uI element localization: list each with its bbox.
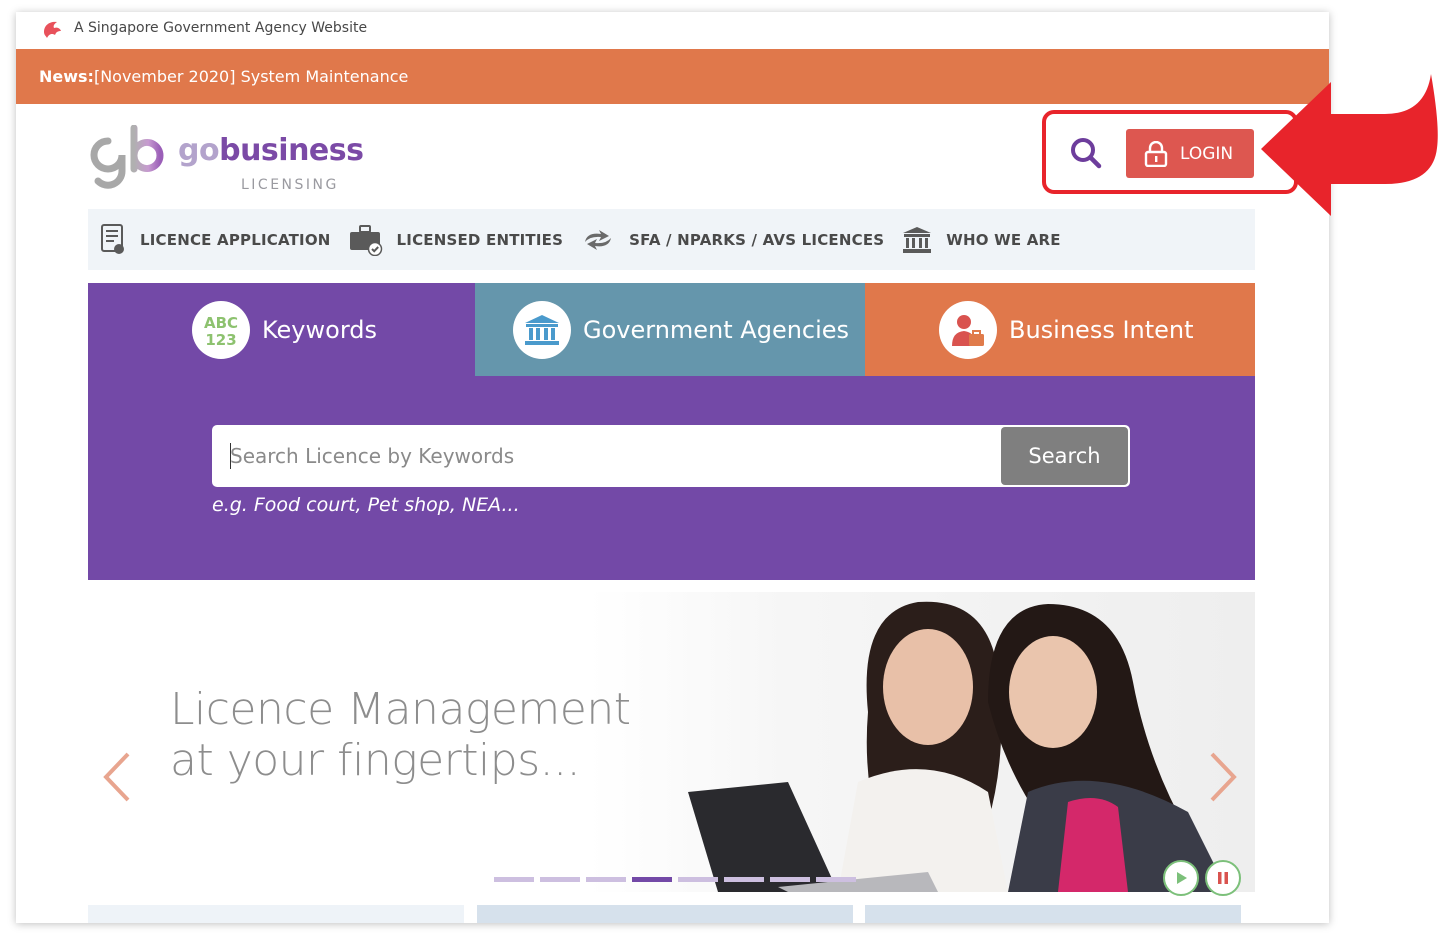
hero-carousel: Licence Management at your fingertips... — [88, 580, 1255, 923]
logo-licensing: LICENSING — [241, 177, 339, 193]
pause-icon — [1218, 872, 1228, 884]
carousel-dot[interactable] — [494, 877, 534, 882]
certificate-icon — [101, 223, 124, 254]
hero-people-illustration — [588, 592, 1255, 892]
carousel-indicators — [494, 877, 862, 882]
search-panel: Search e.g. Food court, Pet shop, NEA... — [88, 376, 1255, 580]
nav-who-we-are[interactable]: WHO WE ARE — [902, 226, 1061, 254]
gov-masthead: A Singapore Government Agency Website — [16, 12, 1329, 49]
tab-government-agencies[interactable]: Government Agencies — [475, 283, 865, 376]
svg-text:ABC: ABC — [204, 314, 238, 332]
search-box: Search — [212, 425, 1130, 487]
carousel-dot[interactable] — [540, 877, 580, 882]
news-banner[interactable]: News:[November 2020] System Maintenance — [16, 49, 1329, 104]
lion-head-icon — [44, 21, 61, 38]
search-tabs: ABC 123 Keywords Government Agencies Bus… — [88, 283, 1255, 376]
search-icon[interactable] — [1069, 136, 1103, 170]
logo-wordmark: gobusiness — [178, 133, 364, 168]
login-button[interactable]: LOGIN — [1126, 129, 1254, 178]
keyword-search-input[interactable] — [212, 425, 1000, 487]
transfer-arrows-icon — [585, 229, 612, 250]
search-hint: e.g. Food court, Pet shop, NEA... — [212, 494, 520, 516]
hero-title-line2: at your fingertips... — [170, 735, 581, 786]
nav-label: LICENCE APPLICATION — [140, 230, 331, 249]
nav-label: LICENSED ENTITIES — [396, 230, 564, 249]
tab-label: Business Intent — [1009, 315, 1194, 344]
carousel-dot[interactable] — [586, 877, 626, 882]
tab-label: Government Agencies — [583, 315, 850, 344]
carousel-dot[interactable] — [678, 877, 718, 882]
carousel-dot[interactable] — [724, 877, 764, 882]
tab-keywords[interactable]: ABC 123 Keywords — [88, 283, 475, 376]
news-prefix: News: — [39, 67, 94, 86]
search-button[interactable]: Search — [1001, 427, 1128, 485]
browser-page: A Singapore Government Agency Website Ne… — [16, 12, 1329, 923]
gov-agency-text: A Singapore Government Agency Website — [74, 20, 368, 36]
main-nav: LICENCE APPLICATION LICENSED ENTITIES SF… — [88, 209, 1255, 270]
carousel-dot[interactable] — [816, 877, 856, 882]
person-briefcase-icon — [939, 300, 997, 359]
news-text[interactable]: [November 2020] System Maintenance — [94, 67, 408, 86]
svg-text:123: 123 — [205, 331, 236, 348]
text-cursor — [230, 443, 231, 469]
tab-label: Keywords — [262, 315, 378, 344]
government-building-icon — [903, 226, 932, 253]
play-icon — [1177, 872, 1187, 884]
info-card[interactable] — [865, 905, 1241, 923]
login-label: LOGIN — [1180, 143, 1234, 164]
building-icon — [513, 300, 571, 359]
padlock-icon — [1144, 140, 1168, 167]
nav-label: SFA / NPARKS / AVS LICENCES — [629, 230, 885, 249]
gobusiness-logo[interactable]: gobusiness LICENSING — [88, 125, 364, 195]
nav-licensed-entities[interactable]: LICENSED ENTITIES — [349, 224, 564, 256]
gb-logo-mark-icon — [90, 125, 164, 189]
hero-title-line1: Licence Management — [170, 684, 631, 735]
tab-business-intent[interactable]: Business Intent — [865, 283, 1255, 376]
info-card[interactable] — [477, 905, 853, 923]
carousel-dot[interactable] — [632, 877, 672, 882]
carousel-dot[interactable] — [770, 877, 810, 882]
briefcase-check-icon — [349, 224, 382, 256]
chevron-right-icon[interactable] — [1208, 750, 1238, 804]
info-card[interactable] — [88, 905, 464, 923]
chevron-left-icon[interactable] — [102, 750, 132, 804]
nav-licence-application[interactable]: LICENCE APPLICATION — [100, 223, 331, 257]
play-button[interactable] — [1163, 860, 1199, 896]
pause-button[interactable] — [1205, 860, 1241, 896]
nav-sfa-nparks-avs[interactable]: SFA / NPARKS / AVS LICENCES — [581, 228, 884, 252]
abc-123-icon: ABC 123 — [192, 300, 250, 359]
nav-label: WHO WE ARE — [946, 230, 1061, 249]
